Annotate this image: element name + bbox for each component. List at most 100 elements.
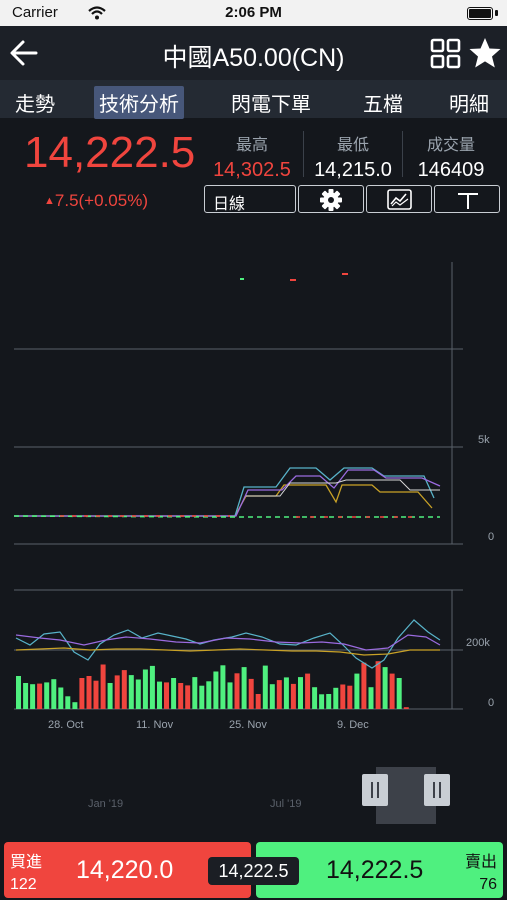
volume-bar xyxy=(354,673,360,709)
navigator-label: Jul '19 xyxy=(270,798,302,810)
volume-axis-label: 0 xyxy=(488,697,495,709)
buy-price: 14,220.0 xyxy=(76,856,174,884)
gear-icon xyxy=(320,189,342,211)
navigator-label: Jan '19 xyxy=(88,798,124,810)
date-label: 11. Nov xyxy=(136,719,174,731)
volume-bar xyxy=(23,683,29,709)
tab-five-levels[interactable]: 五檔 xyxy=(358,86,408,119)
volume-bar xyxy=(171,678,177,709)
chart-indicator-icon xyxy=(387,189,412,210)
volume-axis-label: 200k xyxy=(466,637,490,649)
tab-technical-analysis[interactable]: 技術分析 xyxy=(94,86,184,119)
volume-bar xyxy=(298,677,303,709)
volume-bar xyxy=(396,678,402,709)
buy-quantity: 122 xyxy=(10,876,37,893)
volume-bar xyxy=(199,685,205,709)
status-bar: Carrier 2:06 PM xyxy=(0,0,507,26)
volume-stat: 成交量 146409 xyxy=(401,131,501,182)
volume-bar xyxy=(213,671,219,709)
handle-grip xyxy=(439,782,441,798)
volume-bar xyxy=(333,687,339,709)
battery-icon xyxy=(467,7,493,20)
high-stat: 最高 14,302.5 xyxy=(202,131,302,182)
volume-bar xyxy=(368,687,374,709)
sell-price: 14,222.5 xyxy=(326,856,424,884)
volume-bar xyxy=(79,678,85,709)
volume-bar xyxy=(220,665,226,709)
volume-bar xyxy=(100,664,106,709)
indicator-button[interactable] xyxy=(366,185,432,213)
ma-line xyxy=(246,479,440,497)
volume-bar xyxy=(128,675,134,709)
volume-bar xyxy=(135,679,141,709)
volume-bar xyxy=(51,679,57,709)
crosshair-button[interactable] xyxy=(434,185,500,213)
volume-bar xyxy=(149,665,155,709)
volume-bar xyxy=(234,673,240,709)
volume-bar xyxy=(185,685,191,709)
low-value: 14,215.0 xyxy=(314,159,392,181)
volume-bar xyxy=(206,681,212,709)
volume-bar xyxy=(312,687,318,709)
volume-bars xyxy=(16,661,409,710)
low-stat: 最低 14,215.0 xyxy=(303,131,403,182)
volume-bar xyxy=(93,680,99,709)
volume-bar xyxy=(164,682,169,709)
volume-bar xyxy=(290,683,296,709)
price-axis-label: 5k xyxy=(478,434,490,446)
volume-bar xyxy=(305,673,311,709)
battery-tip xyxy=(495,10,498,16)
period-button[interactable]: 日線 xyxy=(204,185,296,213)
navigator-right-handle[interactable] xyxy=(424,774,450,806)
date-label: 28. Oct xyxy=(48,719,84,731)
tab-trend[interactable]: 走勢 xyxy=(10,86,60,119)
star-icon[interactable] xyxy=(468,36,502,70)
volume-label: 成交量 xyxy=(426,137,475,154)
volume-bar xyxy=(30,684,36,709)
volume-bar xyxy=(241,667,247,709)
volume-bar xyxy=(37,683,43,709)
volume-bar xyxy=(114,675,120,709)
ma-line xyxy=(14,467,435,517)
volume-bar xyxy=(107,683,113,709)
period-label: 日線 xyxy=(213,196,246,213)
price-change: ▲7.5(+0.05%) xyxy=(44,191,148,211)
high-value: 14,302.5 xyxy=(213,159,291,181)
tab-details[interactable]: 明細 xyxy=(444,86,494,119)
volume-bar xyxy=(283,677,289,709)
volume-bar xyxy=(255,694,261,709)
volume-bar xyxy=(382,667,388,709)
handle-grip xyxy=(433,782,435,798)
grid-icon[interactable] xyxy=(430,38,462,70)
volume-bar xyxy=(157,681,162,709)
chart-area[interactable] xyxy=(0,240,507,760)
tab-quick-order[interactable]: 閃電下單 xyxy=(226,86,316,119)
up-triangle-icon: ▲ xyxy=(44,195,55,207)
last-price: 14,222.5 xyxy=(24,128,196,177)
volume-bar xyxy=(326,694,332,709)
tab-bar: 走勢 技術分析 閃電下單 五檔 明細 xyxy=(0,80,507,119)
volume-bar xyxy=(65,696,71,709)
handle-grip xyxy=(377,782,379,798)
volume-bar xyxy=(44,682,50,709)
ma-line xyxy=(14,484,433,517)
volume-bar xyxy=(319,694,325,710)
volume-bar xyxy=(178,683,184,709)
volume-bar xyxy=(16,676,21,709)
volume-bar xyxy=(262,665,268,709)
sell-quantity: 76 xyxy=(479,876,497,893)
ma-line xyxy=(14,469,441,517)
navigator-left-handle[interactable] xyxy=(362,774,388,806)
last-trade-price: 14,222.5 xyxy=(208,857,299,885)
settings-button[interactable] xyxy=(298,185,364,213)
volume-bar xyxy=(340,684,346,709)
volume-bar xyxy=(86,676,92,709)
date-label: 25. Nov xyxy=(229,719,267,731)
volume-bar xyxy=(389,673,395,709)
buy-label: 買進 xyxy=(10,854,43,871)
volume-bar xyxy=(72,702,78,709)
volume-bar xyxy=(248,678,254,709)
volume-bar xyxy=(276,680,282,709)
low-label: 最低 xyxy=(336,137,369,154)
price-change-value: 7.5(+0.05%) xyxy=(54,191,148,210)
